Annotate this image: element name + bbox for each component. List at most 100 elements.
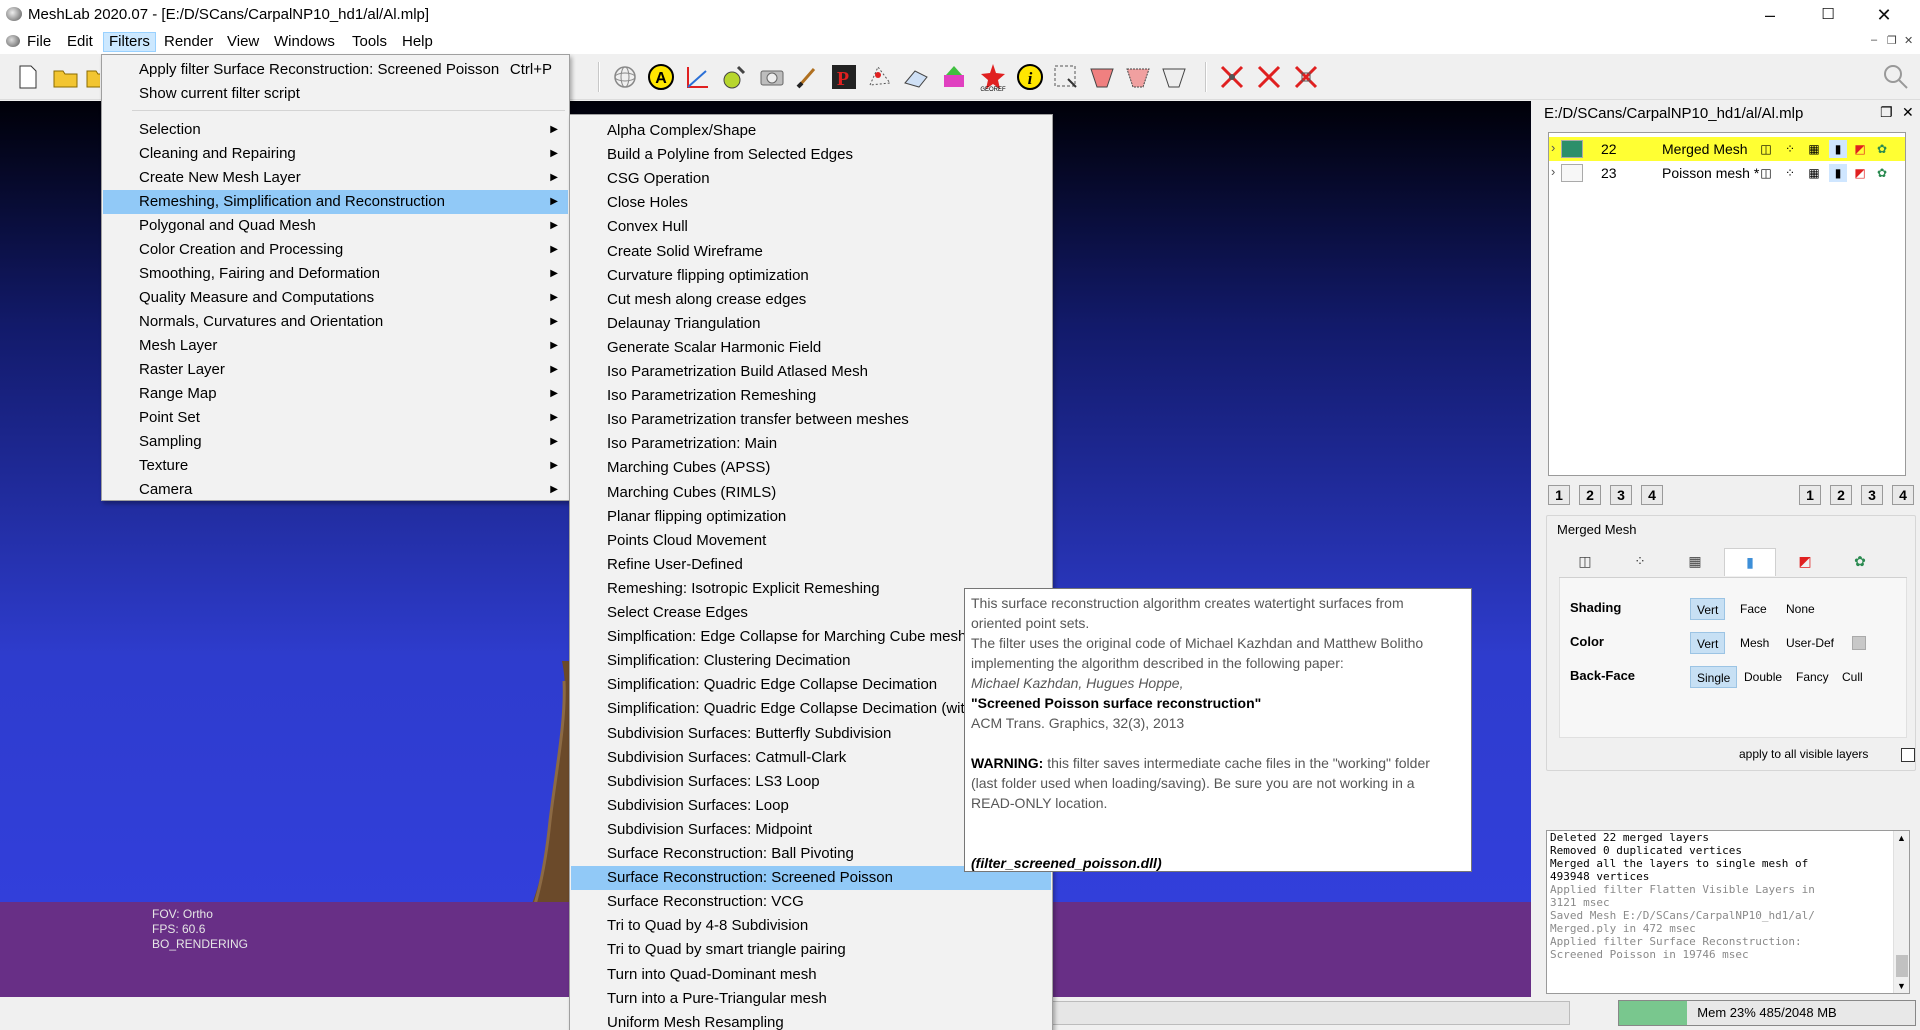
eye-visible-icon[interactable] bbox=[1561, 140, 1583, 158]
points-icon[interactable]: ⁘ bbox=[1781, 164, 1799, 182]
log-scrollbar[interactable]: ▲ ▼ bbox=[1893, 831, 1909, 993]
tab-texture-icon[interactable]: ◩ bbox=[1779, 548, 1831, 576]
layer-name[interactable]: Merged Mesh bbox=[1662, 141, 1748, 157]
menu-item-convex-hull[interactable]: Convex Hull bbox=[571, 215, 1051, 239]
apply-all-checkbox[interactable] bbox=[1901, 748, 1915, 762]
delete-faces-vertices-icon[interactable] bbox=[1292, 63, 1320, 91]
measure-tool-icon[interactable] bbox=[684, 63, 712, 91]
box-icon[interactable]: ◫ bbox=[1757, 164, 1775, 182]
menu-item-iso-parametrization-transfer-between-meshes[interactable]: Iso Parametrization transfer between mes… bbox=[571, 408, 1051, 432]
menu-item-refine-user-defined[interactable]: Refine User-Defined bbox=[571, 553, 1051, 577]
menu-item-selection[interactable]: Selection ▶ bbox=[103, 118, 568, 142]
maximize-button[interactable]: ☐ bbox=[1800, 0, 1856, 30]
settings-icon[interactable]: ✿ bbox=[1873, 140, 1891, 158]
render-preset-3-button[interactable]: 3 bbox=[1861, 485, 1883, 505]
menu-item-range-map[interactable]: Range Map ▶ bbox=[103, 382, 568, 406]
search-icon[interactable] bbox=[1882, 63, 1910, 91]
view-preset-3-button[interactable]: 3 bbox=[1610, 485, 1632, 505]
log-window[interactable]: Deleted 22 merged layers Removed 0 duplic… bbox=[1546, 830, 1910, 994]
render-preset-4-button[interactable]: 4 bbox=[1892, 485, 1914, 505]
delete-faces-icon[interactable] bbox=[1255, 63, 1283, 91]
backface-single-option[interactable]: Single bbox=[1690, 666, 1738, 688]
menu-windows[interactable]: Windows bbox=[269, 32, 340, 52]
paint-bucket-icon[interactable] bbox=[720, 63, 748, 91]
layer-name[interactable]: Poisson mesh * bbox=[1662, 165, 1759, 181]
select-faces-icon[interactable] bbox=[1052, 63, 1080, 91]
menu-item-delaunay-triangulation[interactable]: Delaunay Triangulation bbox=[571, 312, 1051, 336]
user-color-swatch[interactable] bbox=[1852, 636, 1866, 650]
wireframe-icon[interactable]: ▦ bbox=[1805, 164, 1823, 182]
menu-item-uniform-mesh-resampling[interactable]: Uniform Mesh Resampling bbox=[571, 1011, 1051, 1030]
menu-item-marching-cubes-rimls[interactable]: Marching Cubes (RIMLS) bbox=[571, 481, 1051, 505]
menu-item-build-a-polyline-from-selected-edges[interactable]: Build a Polyline from Selected Edges bbox=[571, 143, 1051, 167]
texture-icon[interactable]: ◩ bbox=[1851, 140, 1869, 158]
menu-item-show-filter-script[interactable]: Show current filter script bbox=[103, 82, 568, 106]
menu-item-cut-mesh-along-crease-edges[interactable]: Cut mesh along crease edges bbox=[571, 288, 1051, 312]
minimize-button[interactable]: – bbox=[1742, 0, 1798, 30]
georef-icon[interactable]: GEOREF bbox=[978, 63, 1006, 92]
color-vert-option[interactable]: Vert bbox=[1690, 632, 1726, 654]
backface-double-option[interactable]: Double bbox=[1738, 666, 1788, 688]
menu-item-tri-to-quad-by-4-8-subdivision[interactable]: Tri to Quad by 4-8 Subdivision bbox=[571, 914, 1051, 938]
menu-item-color-creation-and-processing[interactable]: Color Creation and Processing ▶ bbox=[103, 238, 568, 262]
pick-points-icon[interactable]: P bbox=[830, 63, 858, 91]
menu-item-iso-parametrization-build-atlased-mesh[interactable]: Iso Parametrization Build Atlased Mesh bbox=[571, 360, 1051, 384]
menu-render[interactable]: Render bbox=[159, 32, 218, 52]
select-none-icon[interactable] bbox=[1160, 63, 1188, 91]
shading-vert-option[interactable]: Vert bbox=[1690, 598, 1726, 620]
eye-hidden-icon[interactable] bbox=[1561, 164, 1583, 182]
scroll-up-icon[interactable]: ▲ bbox=[1897, 833, 1906, 843]
menu-edit[interactable]: Edit bbox=[62, 32, 98, 52]
new-project-icon[interactable] bbox=[14, 63, 42, 91]
mdi-restore-button[interactable]: ❐ bbox=[1887, 34, 1897, 47]
select-region-icon[interactable] bbox=[1124, 63, 1152, 91]
tab-settings-icon[interactable]: ✿ bbox=[1834, 548, 1886, 576]
tab-wireframe-icon[interactable]: ▦ bbox=[1669, 548, 1721, 576]
annotation-icon[interactable]: A bbox=[647, 63, 675, 91]
color-mesh-option[interactable]: Mesh bbox=[1734, 632, 1775, 654]
scrollbar-thumb[interactable] bbox=[1896, 955, 1908, 977]
texture-icon[interactable]: ◩ bbox=[1851, 164, 1869, 182]
tab-box-icon[interactable]: ◫ bbox=[1559, 548, 1611, 576]
layer-list[interactable]: › 22 Merged Mesh ◫ ⁘ ▦ ▮ ◩ ✿ › 23 Poisso… bbox=[1548, 132, 1906, 476]
menu-item-marching-cubes-apss[interactable]: Marching Cubes (APSS) bbox=[571, 456, 1051, 480]
menu-item-normals-curvatures-and-orientation[interactable]: Normals, Curvatures and Orientation ▶ bbox=[103, 310, 568, 334]
render-preset-2-button[interactable]: 2 bbox=[1830, 485, 1852, 505]
menu-item-csg-operation[interactable]: CSG Operation bbox=[571, 167, 1051, 191]
select-vertices-icon[interactable] bbox=[866, 63, 894, 91]
menu-view[interactable]: View bbox=[222, 32, 264, 52]
import-mesh-icon[interactable] bbox=[86, 63, 100, 91]
layer-row[interactable]: › 23 Poisson mesh * ◫ ⁘ ▦ ▮ ◩ ✿ bbox=[1549, 161, 1905, 185]
render-preset-1-button[interactable]: 1 bbox=[1799, 485, 1821, 505]
menu-item-create-solid-wireframe[interactable]: Create Solid Wireframe bbox=[571, 240, 1051, 264]
box-icon[interactable]: ◫ bbox=[1757, 140, 1775, 158]
expand-arrow-icon[interactable]: › bbox=[1551, 164, 1555, 179]
view-preset-2-button[interactable]: 2 bbox=[1579, 485, 1601, 505]
points-icon[interactable]: ⁘ bbox=[1781, 140, 1799, 158]
menu-item-texture[interactable]: Texture ▶ bbox=[103, 454, 568, 478]
backface-cull-option[interactable]: Cull bbox=[1836, 666, 1869, 688]
view-preset-4-button[interactable]: 4 bbox=[1641, 485, 1663, 505]
open-folder-icon[interactable] bbox=[52, 63, 80, 91]
float-icon[interactable]: ❐ bbox=[1880, 104, 1893, 121]
menu-item-cleaning-and-repairing[interactable]: Cleaning and Repairing ▶ bbox=[103, 142, 568, 166]
edit-reference-icon[interactable] bbox=[902, 63, 930, 91]
tab-points-icon[interactable]: ⁘ bbox=[1614, 548, 1666, 576]
menu-file[interactable]: File bbox=[22, 32, 56, 52]
menu-item-tri-to-quad-by-smart-triangle-pairing[interactable]: Tri to Quad by smart triangle pairing bbox=[571, 938, 1051, 962]
menu-item-raster-layer[interactable]: Raster Layer ▶ bbox=[103, 358, 568, 382]
menu-item-close-holes[interactable]: Close Holes bbox=[571, 191, 1051, 215]
menu-item-alpha-complex-shape[interactable]: Alpha Complex/Shape bbox=[571, 119, 1051, 143]
brush-icon[interactable] bbox=[794, 63, 822, 91]
menu-item-turn-into-quad-dominant-mesh[interactable]: Turn into Quad-Dominant mesh bbox=[571, 963, 1051, 987]
info-icon[interactable]: i bbox=[1016, 63, 1044, 91]
menu-tools[interactable]: Tools bbox=[347, 32, 392, 52]
menu-item-smoothing-fairing-and-deformation[interactable]: Smoothing, Fairing and Deformation ▶ bbox=[103, 262, 568, 286]
mdi-close-button[interactable]: ✕ bbox=[1904, 34, 1913, 47]
camera-snapshot-icon[interactable] bbox=[758, 63, 786, 91]
close-button[interactable]: ✕ bbox=[1856, 0, 1912, 30]
mdi-minimize-button[interactable]: – bbox=[1871, 34, 1877, 46]
tab-solid-icon[interactable]: ▮ bbox=[1724, 548, 1776, 576]
expand-arrow-icon[interactable]: › bbox=[1551, 140, 1555, 155]
menu-item-remeshing-simplification-and-reconstruction[interactable]: Remeshing, Simplification and Reconstruc… bbox=[103, 190, 568, 214]
